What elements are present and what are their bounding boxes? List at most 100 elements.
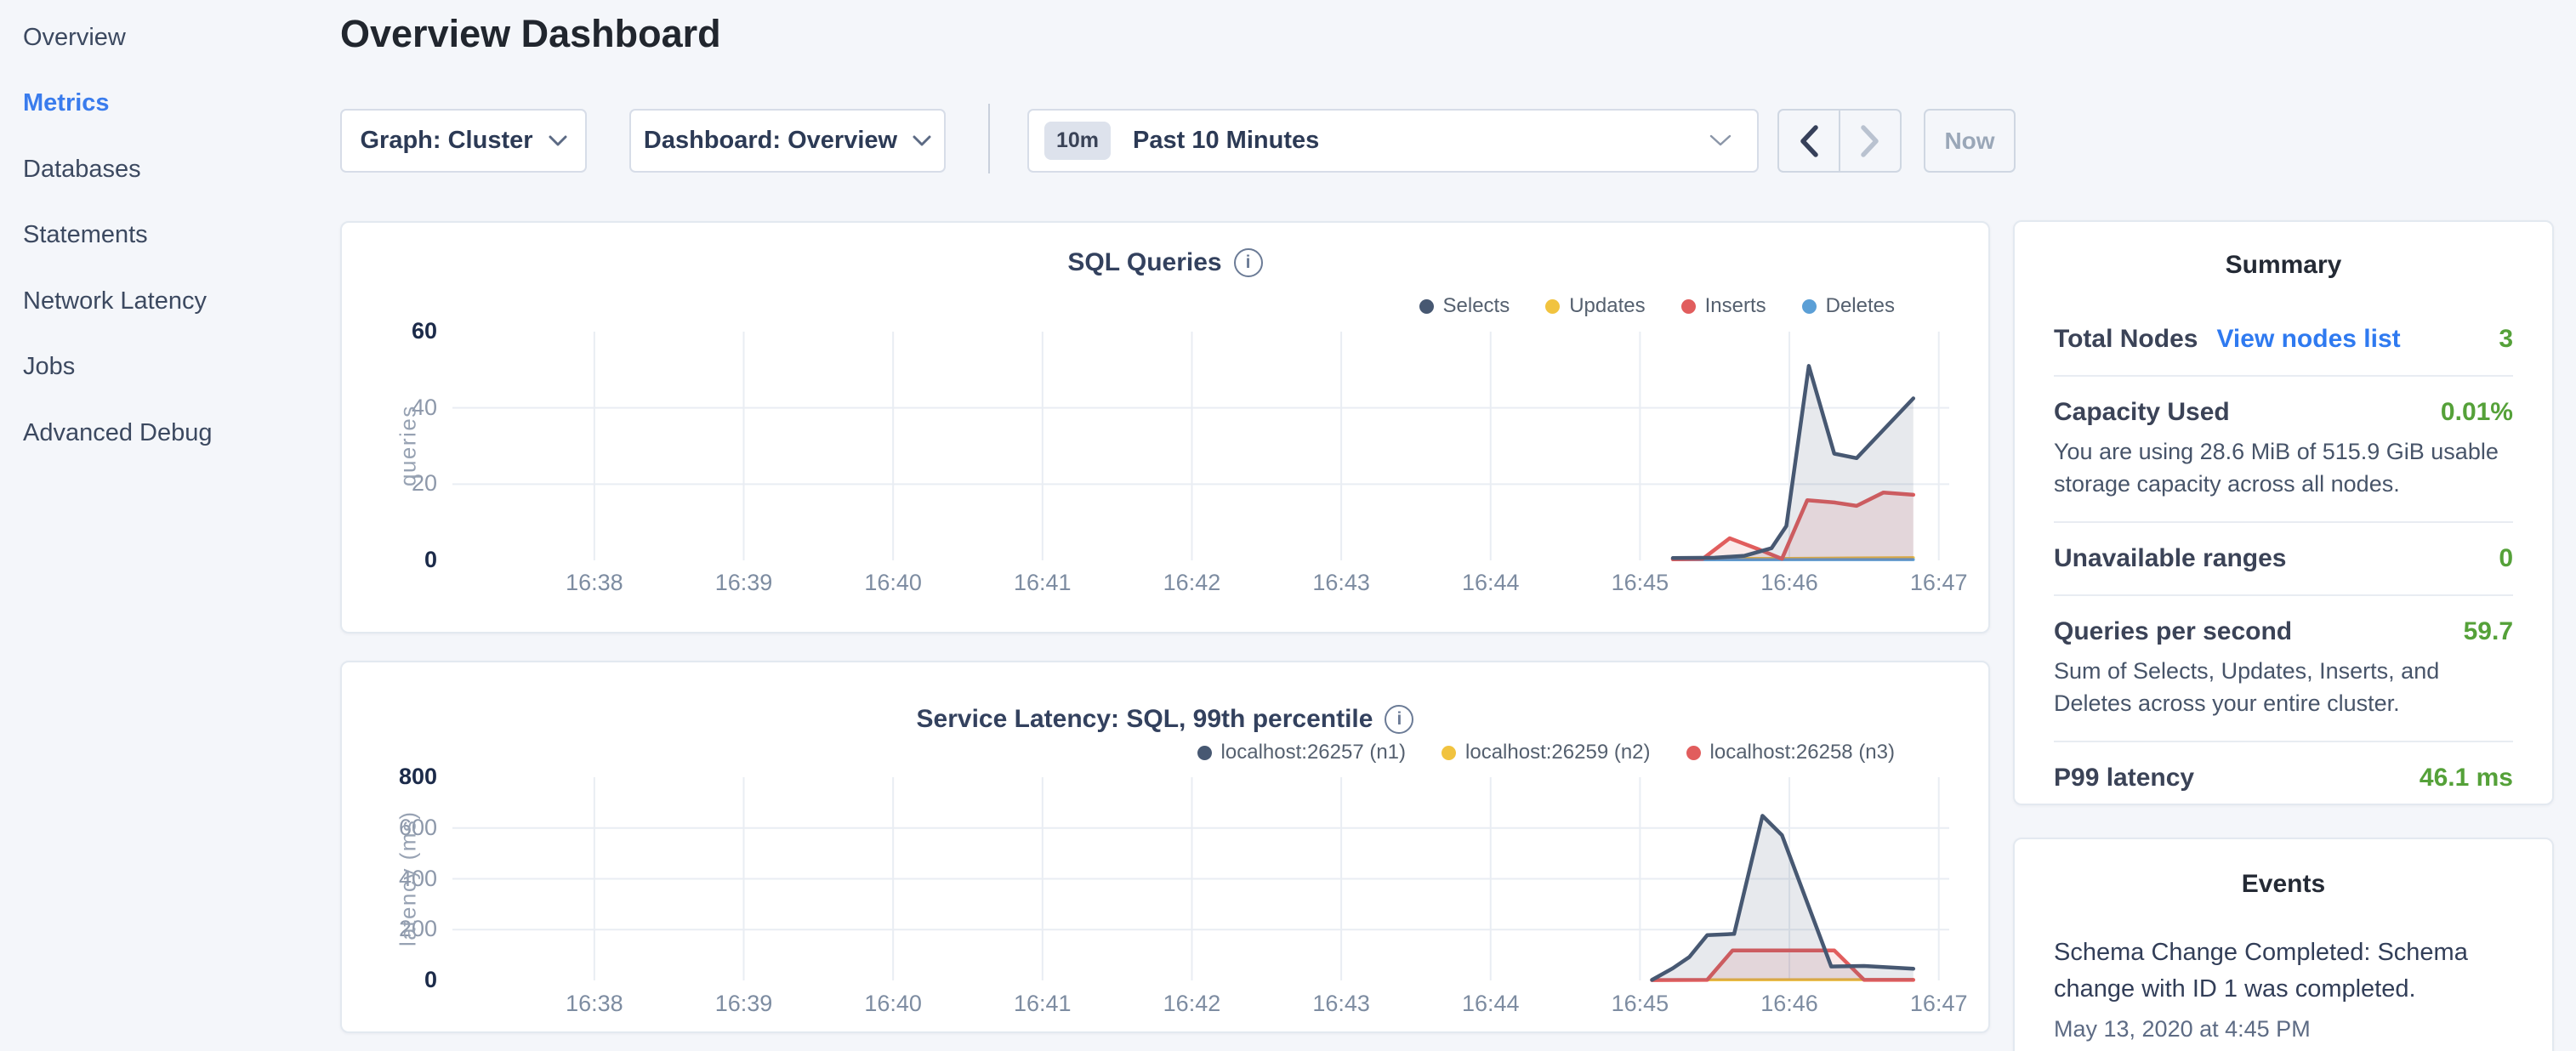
events-panel: Events Schema Change Completed: Schema c… xyxy=(2013,838,2554,1051)
summary-row: P99 latency 46.1 ms xyxy=(2054,742,2513,814)
info-icon[interactable]: i xyxy=(1234,248,1263,277)
chart-title: Service Latency: SQL, 99th percentile i xyxy=(342,705,1988,734)
x-axis-tick: 16:46 xyxy=(1721,570,1857,596)
x-axis-tick: 16:42 xyxy=(1123,570,1260,596)
sidebar-item-databases[interactable]: Databases xyxy=(23,151,141,188)
legend-item[interactable]: Updates xyxy=(1545,294,1645,318)
summary-row-label: Unavailable ranges xyxy=(2054,544,2286,573)
view-nodes-list-link[interactable]: View nodes list xyxy=(2216,325,2400,354)
x-axis-tick: 16:38 xyxy=(526,570,662,596)
summary-title: Summary xyxy=(2054,251,2513,280)
legend-label: localhost:26258 (n3) xyxy=(1710,741,1895,764)
time-range-dropdown[interactable]: 10m Past 10 Minutes xyxy=(1027,109,1759,173)
sidebar-item-overview[interactable]: Overview xyxy=(23,19,126,56)
summary-row-description: Sum of Selects, Updates, Inserts, and De… xyxy=(2054,655,2513,719)
sidebar-item-advanced-debug[interactable]: Advanced Debug xyxy=(23,414,213,452)
app-root: Overview Metrics Databases Statements Networ… xyxy=(0,0,2576,1051)
legend-label: Updates xyxy=(1569,294,1645,318)
summary-row: Unavailable ranges0 xyxy=(2054,523,2513,596)
legend-label: Selects xyxy=(1443,294,1510,318)
legend-item[interactable]: localhost:26259 (n2) xyxy=(1442,741,1650,764)
now-button[interactable]: Now xyxy=(1924,109,2016,173)
event-timestamp: May 13, 2020 at 4:45 PM xyxy=(2054,1016,2513,1042)
series-localhost-26258-n3- xyxy=(1652,951,1914,980)
legend-label: localhost:26259 (n2) xyxy=(1465,741,1650,764)
time-step-forward-button[interactable] xyxy=(1840,111,1900,171)
x-axis-tick: 16:45 xyxy=(1572,991,1708,1017)
sidebar-item-metrics[interactable]: Metrics xyxy=(23,85,110,122)
x-axis-tick: 16:47 xyxy=(1871,570,2007,596)
sidebar-item-network-latency[interactable]: Network Latency xyxy=(23,282,207,320)
summary-row-description: You are using 28.6 MiB of 515.9 GiB usab… xyxy=(2054,435,2513,500)
x-axis-tick: 16:38 xyxy=(526,991,662,1017)
legend-item[interactable]: localhost:26258 (n3) xyxy=(1686,741,1895,764)
legend-dot-icon xyxy=(1681,299,1696,314)
series-selects xyxy=(1673,366,1914,558)
legend-dot-icon xyxy=(1545,299,1560,314)
x-axis-tick: 16:41 xyxy=(975,991,1111,1017)
y-axis-label: latency (ms) xyxy=(391,777,425,980)
x-axis-tick: 16:45 xyxy=(1572,570,1708,596)
chevron-down-icon xyxy=(913,135,931,146)
events-list: Schema Change Completed: Schema change w… xyxy=(2054,935,2513,1042)
summary-row: Capacity Used 0.01% You are using 28.6 MiB… xyxy=(2054,377,2513,523)
chart-legend: Selects Updates Inserts Deletes xyxy=(1419,294,1896,318)
series-localhost-26257-n1- xyxy=(1652,815,1914,980)
legend-dot-icon xyxy=(1802,299,1817,314)
legend-item[interactable]: Selects xyxy=(1419,294,1510,318)
x-axis-tick: 16:44 xyxy=(1423,570,1559,596)
y-axis-label: queries xyxy=(391,332,425,560)
summary-row: Total Nodes View nodes list 3 xyxy=(2054,304,2513,377)
legend-item[interactable]: localhost:26257 (n1) xyxy=(1197,741,1406,764)
summary-row-value: 3 xyxy=(2499,325,2513,354)
series-updates xyxy=(1673,558,1914,559)
chevron-down-icon xyxy=(1709,134,1732,147)
dashboard-dropdown-label: Dashboard: Overview xyxy=(644,127,897,155)
legend-item[interactable]: Inserts xyxy=(1681,294,1766,318)
x-axis-tick: 16:40 xyxy=(825,991,961,1017)
events-title: Events xyxy=(2054,870,2513,899)
x-axis-tick: 16:39 xyxy=(676,991,812,1017)
controls-divider xyxy=(988,104,990,173)
legend-dot-icon xyxy=(1686,746,1701,760)
chevron-down-icon xyxy=(549,135,567,146)
chart-title-text: SQL Queries xyxy=(1067,248,1221,277)
info-icon[interactable]: i xyxy=(1385,705,1413,734)
legend-label: Deletes xyxy=(1826,294,1895,318)
dashboard-dropdown[interactable]: Dashboard: Overview xyxy=(629,109,946,173)
summary-row-value: 0.01% xyxy=(2441,398,2513,427)
x-axis-tick: 16:43 xyxy=(1273,991,1409,1017)
legend-dot-icon xyxy=(1442,746,1456,760)
legend-dot-icon xyxy=(1197,746,1212,760)
sidebar-item-statements[interactable]: Statements xyxy=(23,217,148,254)
page-title: Overview Dashboard xyxy=(340,12,721,56)
summary-row-label: Queries per second xyxy=(2054,617,2292,646)
x-axis-tick: 16:47 xyxy=(1871,991,2007,1017)
legend-item[interactable]: Deletes xyxy=(1802,294,1895,318)
summary-row-label: Capacity Used xyxy=(2054,398,2230,427)
series-inserts xyxy=(1673,492,1914,560)
chart-title-text: Service Latency: SQL, 99th percentile xyxy=(917,705,1373,734)
legend-dot-icon xyxy=(1419,299,1434,314)
chevron-left-icon xyxy=(1799,125,1819,157)
event-text: Schema Change Completed: Schema change w… xyxy=(2054,935,2513,1008)
graph-dropdown[interactable]: Graph: Cluster xyxy=(340,109,587,173)
summary-row-label: P99 latency xyxy=(2054,764,2194,793)
chevron-right-icon xyxy=(1860,125,1880,157)
sidebar-item-jobs[interactable]: Jobs xyxy=(23,349,75,386)
time-step-back-button[interactable] xyxy=(1779,111,1840,171)
sql-queries-chart-card: SQL Queries i Selects Updates Inserts Deletes… xyxy=(340,221,1990,633)
time-range-label: Past 10 Minutes xyxy=(1133,127,1319,155)
x-axis-tick: 16:44 xyxy=(1423,991,1559,1017)
summary-panel: Summary Total Nodes View nodes list 3 Capac… xyxy=(2013,220,2554,805)
x-axis-tick: 16:46 xyxy=(1721,991,1857,1017)
x-axis-tick: 16:40 xyxy=(825,570,961,596)
summary-rows: Total Nodes View nodes list 3 Capacity Used… xyxy=(2054,304,2513,814)
event-item: Schema Change Completed: Schema change w… xyxy=(2054,935,2513,1042)
summary-row-label: Total Nodes xyxy=(2054,325,2198,354)
summary-row-value: 46.1 ms xyxy=(2420,764,2513,793)
time-range-badge: 10m xyxy=(1044,122,1111,160)
legend-label: Inserts xyxy=(1705,294,1766,318)
summary-row-value: 59.7 xyxy=(2464,617,2513,646)
time-step-buttons xyxy=(1777,109,1902,173)
